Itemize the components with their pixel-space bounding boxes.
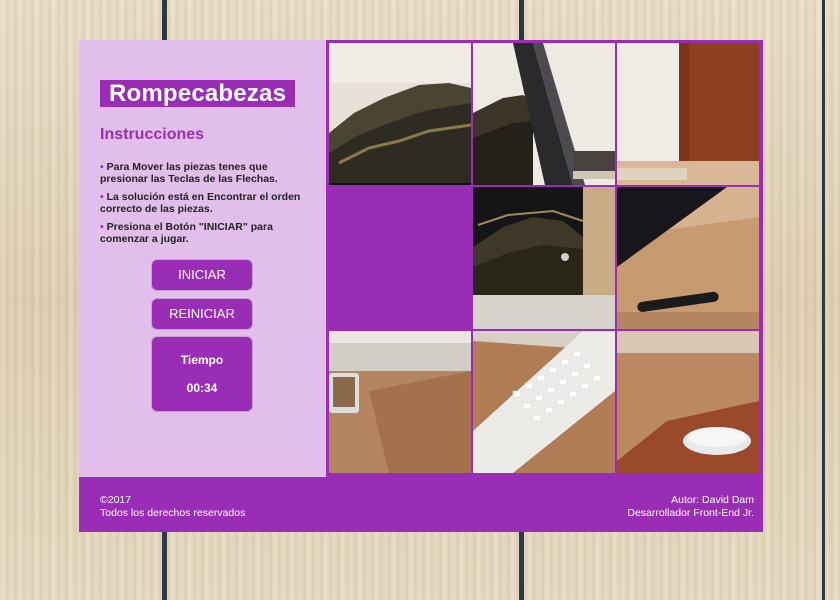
- puzzle-tile[interactable]: [616, 186, 760, 330]
- instruction-text: Presiona el Botón "INICIAR" para comenza…: [100, 221, 273, 245]
- footer-right: Autor: David Dam Desarrollador Front-End…: [627, 494, 754, 520]
- rights-text: Todos los derechos reservados: [100, 507, 246, 519]
- footer: ©2017 Todos los derechos reservados Auto…: [79, 477, 763, 532]
- instruction-item: • La solución está en Encontrar el orden…: [100, 191, 315, 215]
- puzzle-board: [326, 40, 763, 477]
- empty-tile: [328, 186, 472, 330]
- role-text: Desarrollador Front-End Jr.: [627, 507, 754, 519]
- puzzle-tile[interactable]: [472, 330, 616, 474]
- puzzle-tile[interactable]: [328, 42, 472, 186]
- side-panel: Rompecabezas Instrucciones • Para Mover …: [79, 40, 326, 477]
- puzzle-tile[interactable]: [616, 330, 760, 474]
- puzzle-tile[interactable]: [472, 42, 616, 186]
- game-container: Rompecabezas Instrucciones • Para Mover …: [79, 40, 763, 532]
- puzzle-tile[interactable]: [472, 186, 616, 330]
- timer-value: 00:34: [186, 381, 218, 395]
- plank-gap: [822, 0, 825, 600]
- bullet-icon: •: [100, 221, 104, 233]
- instruction-text: Para Mover las piezas tenes que presiona…: [100, 161, 278, 185]
- instruction-item: • Para Mover las piezas tenes que presio…: [100, 161, 315, 185]
- timer-box: Tiempo 00:34: [152, 337, 252, 411]
- bullet-icon: •: [100, 161, 104, 173]
- bullet-icon: •: [100, 191, 104, 203]
- restart-button[interactable]: REINICIAR: [152, 299, 252, 329]
- footer-left: ©2017 Todos los derechos reservados: [100, 494, 245, 520]
- puzzle-tile[interactable]: [328, 330, 472, 474]
- copyright-text: ©2017: [100, 494, 132, 506]
- instruction-item: • Presiona el Botón "INICIAR" para comen…: [100, 221, 315, 245]
- instruction-text: La solución está en Encontrar el orden c…: [100, 191, 301, 215]
- puzzle-tile[interactable]: [616, 42, 760, 186]
- instructions-title: Instrucciones: [100, 126, 205, 143]
- start-button[interactable]: INICIAR: [152, 260, 252, 290]
- author-text: Autor: David Dam: [671, 494, 754, 506]
- game-title: Rompecabezas: [100, 80, 296, 107]
- timer-label: Tiempo: [180, 353, 224, 367]
